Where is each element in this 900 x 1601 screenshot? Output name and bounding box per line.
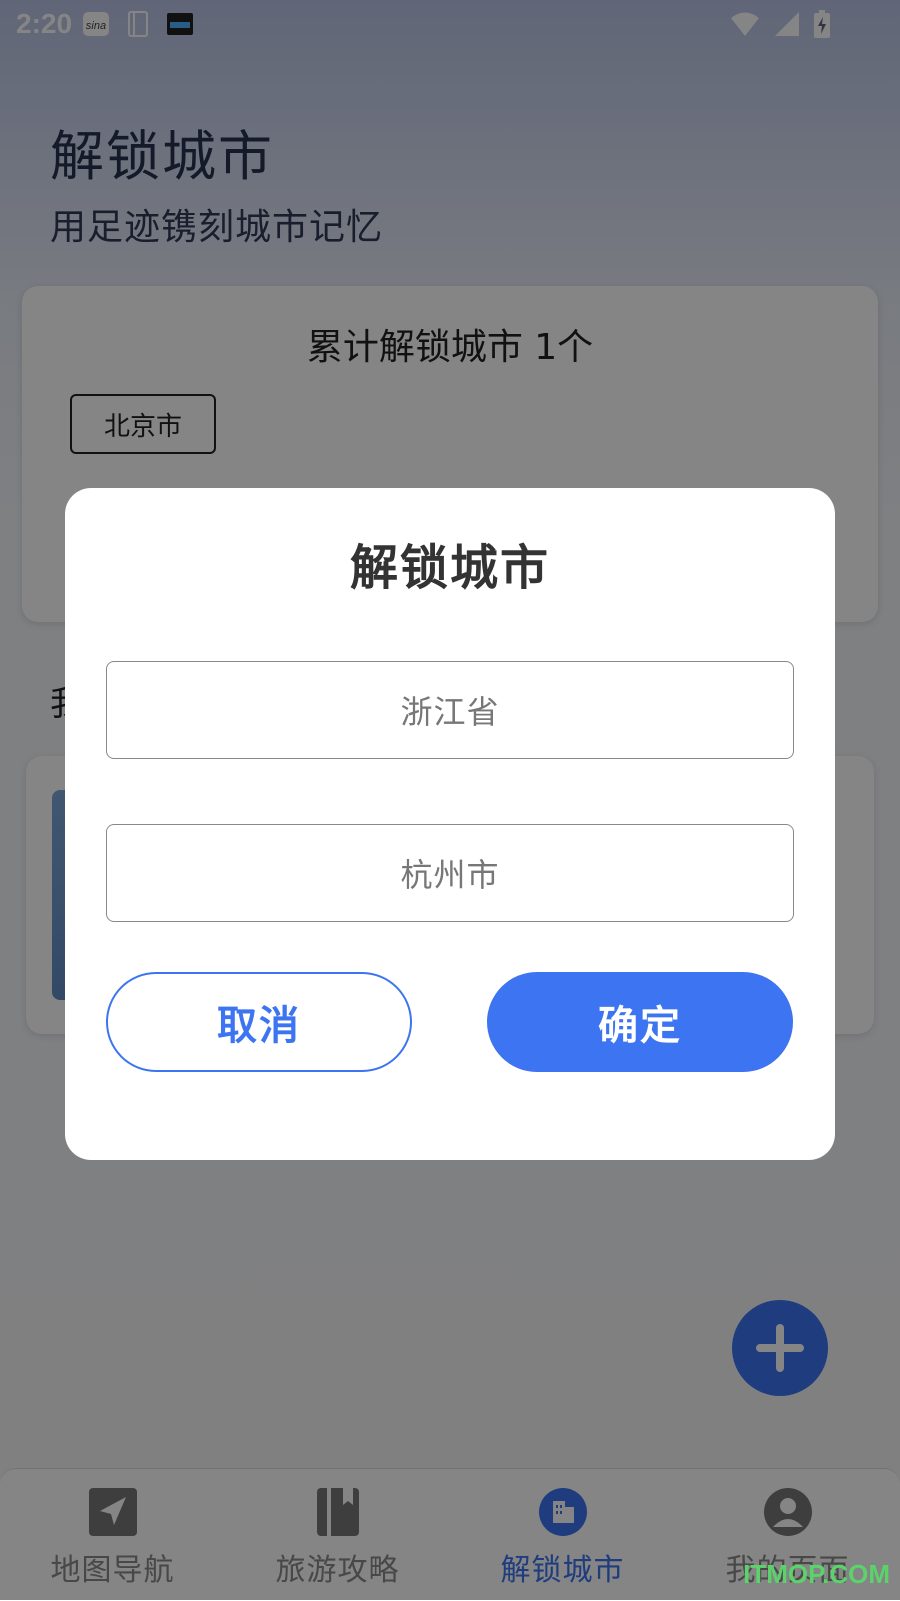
unlock-city-dialog: 解锁城市 浙江省 杭州市 取消 确定 [65, 488, 835, 1160]
app-screen: 2:20 sina 解锁城市 用足迹镌刻城市记忆 累计解锁城市 1个 北京市 我… [0, 0, 900, 1601]
dialog-title: 解锁城市 [349, 540, 550, 596]
confirm-button[interactable]: 确定 [487, 972, 793, 1072]
cancel-button[interactable]: 取消 [106, 972, 412, 1072]
city-input[interactable]: 杭州市 [106, 824, 794, 922]
province-input[interactable]: 浙江省 [106, 661, 794, 759]
watermark: ITMOP.COM [743, 1559, 890, 1589]
